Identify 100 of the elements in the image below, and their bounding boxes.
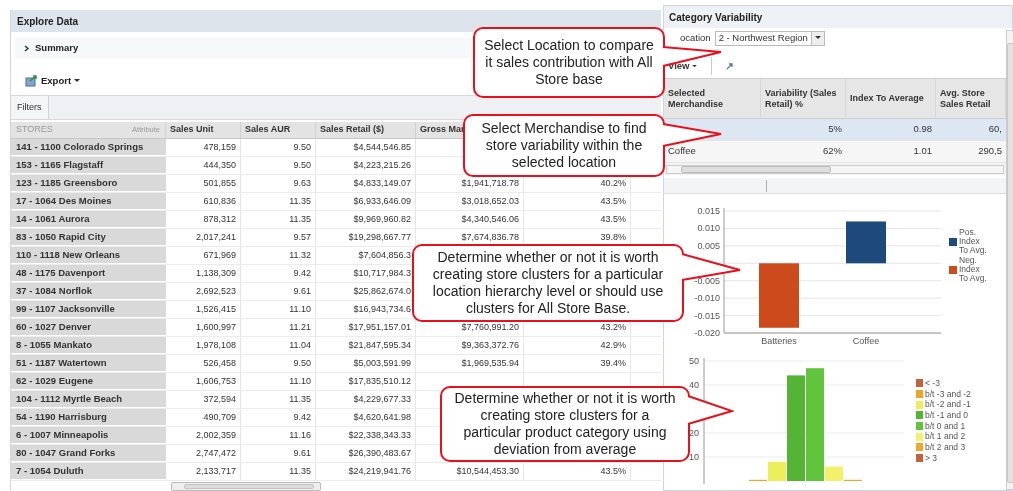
legend-swatch xyxy=(916,379,923,388)
legend-swatch xyxy=(916,454,923,463)
store-row-header[interactable]: 8 - 1055 Mankato xyxy=(11,337,166,354)
table-cell: 290,5 xyxy=(978,144,1002,159)
table-cell-text: $3,018,652.03 xyxy=(461,194,519,208)
store-row-header[interactable]: 141 - 1100 Colorado Springs xyxy=(11,139,166,156)
table-cell-text: $5,003,591.99 xyxy=(353,356,411,370)
column-header[interactable]: Sales AUR xyxy=(245,123,291,137)
table-cell-text: 501,855 xyxy=(203,176,236,190)
location-dropdown[interactable]: 2 - Northwest Region xyxy=(714,30,825,46)
table-cell-text: $1,969,535.94 xyxy=(461,356,519,370)
table-cell-text: $16,943,734.6 xyxy=(353,302,411,316)
legend-swatch xyxy=(949,237,957,246)
store-row-header[interactable]: 80 - 1047 Grand Forks xyxy=(11,445,166,462)
table-cell-text: $7,604,856.3 xyxy=(358,248,411,262)
table-cell-text: $10,544,453.30 xyxy=(456,464,519,478)
column-header[interactable]: Variability (Sales Retail) % xyxy=(765,87,841,110)
filters-tab[interactable]: Filters xyxy=(11,96,49,119)
table-cell-text: $4,223,215.26 xyxy=(353,158,411,172)
store-row-header[interactable]: 83 - 1050 Rapid City xyxy=(11,229,166,246)
store-row-header[interactable]: 60 - 1027 Denver xyxy=(11,319,166,336)
export-menu[interactable]: Export xyxy=(25,73,81,88)
table-cell-text: $6,933,646.09 xyxy=(353,194,411,208)
column-header[interactable]: Gross Mar xyxy=(420,123,465,137)
table-cell-text: $17,835,510.12 xyxy=(348,374,411,388)
store-row-header[interactable]: 17 - 1064 Des Moines xyxy=(11,193,166,210)
table-cell-text: 9.61 xyxy=(293,284,311,298)
table-cell-text: 9.57 xyxy=(293,230,311,244)
table-cell-text: 9.42 xyxy=(293,266,311,280)
table-cell-text: 43.5% xyxy=(600,464,626,478)
summary-toggle[interactable]: Summary xyxy=(23,40,79,56)
caret-icon xyxy=(692,64,698,68)
column-header[interactable]: Sales Retail ($) xyxy=(320,123,385,137)
table-cell-text: $4,620,641.98 xyxy=(353,410,411,424)
y-tick-label: 0.015 xyxy=(697,206,720,216)
vertical-scrollbar[interactable] xyxy=(1006,30,1013,490)
store-row-header[interactable]: 14 - 1061 Aurora xyxy=(11,211,166,228)
table-cell-text: $7,760,991.20 xyxy=(461,320,519,334)
table-cell-text: 11.10 xyxy=(289,302,311,316)
y-tick-label: 0.010 xyxy=(697,223,720,234)
table-cell: 0.98 xyxy=(913,122,932,137)
table-cell-text: $1,941,718.78 xyxy=(461,176,519,190)
y-tick-label: 0.005 xyxy=(697,240,720,251)
bar xyxy=(759,263,799,328)
store-row-header[interactable]: 51 - 1187 Watertown xyxy=(11,355,166,372)
table-cell-text: $4,544,546.85 xyxy=(353,140,411,154)
store-row-header[interactable]: 37 - 1084 Norflok xyxy=(11,283,166,300)
table-cell-text: 478,159 xyxy=(203,140,236,154)
y-tick-label: 40 xyxy=(689,380,699,390)
table-cell-text: $17,951,157.01 xyxy=(348,320,411,334)
table-cell-text: 526,458 xyxy=(203,356,236,370)
horizontal-scrollbar[interactable] xyxy=(171,481,321,491)
store-row-header[interactable]: 153 - 1165 Flagstaff xyxy=(11,157,166,174)
table-cell-text: 11.16 xyxy=(289,428,311,442)
table-cell-text: $7,674,836.78 xyxy=(461,230,519,244)
table-cell-text: 2,133,717 xyxy=(195,464,236,478)
legend-swatch xyxy=(916,411,923,420)
table-cell-text: 2,692,523 xyxy=(195,284,236,298)
store-row-header[interactable]: 99 - 1107 Jacksonville xyxy=(11,301,166,318)
merchandise-row[interactable]: Coffee 62% 1.01 290,5 xyxy=(664,141,1006,163)
table-cell-text: 43.2% xyxy=(600,320,626,334)
table-cell-text: 11.32 xyxy=(289,248,311,262)
table-cell-text: $9,969,960.82 xyxy=(353,212,411,226)
legend-label: b/t 0 and 1 xyxy=(925,421,966,431)
table-cell-text: 11.21 xyxy=(289,320,311,334)
x-tick-label: Coffee xyxy=(852,336,880,346)
table-cell-text: 9.61 xyxy=(293,446,311,460)
store-row-header[interactable]: 6 - 1007 Minneapolis xyxy=(11,427,166,444)
legend-label: > 3 xyxy=(925,453,938,463)
store-row-header[interactable]: 123 - 1185 Greensboro xyxy=(11,175,166,192)
store-row-header[interactable]: 48 - 1175 Davenport xyxy=(11,265,166,282)
store-row-header[interactable]: 62 - 1029 Eugene xyxy=(11,373,166,390)
store-row-header[interactable]: 104 - 1112 Myrtle Beach xyxy=(11,391,166,408)
detach-arrow-icon[interactable] xyxy=(726,62,735,70)
horizontal-scrollbar[interactable] xyxy=(666,164,1004,174)
legend-label: Pos. Index To Avg. xyxy=(959,228,987,255)
table-cell-text: 11.35 xyxy=(289,194,311,208)
table-cell-text: 9.63 xyxy=(293,176,311,190)
table-cell-text: 42.9% xyxy=(600,338,626,352)
table-cell-text: 671,969 xyxy=(203,248,236,262)
y-tick-label: 10 xyxy=(689,452,699,462)
column-header[interactable]: Selected Merchandise xyxy=(668,87,756,110)
table-cell-text: 9.50 xyxy=(293,158,311,172)
table-cell-text: 43.5% xyxy=(600,212,626,226)
column-header[interactable]: Index To Average xyxy=(850,93,924,104)
table-cell-text: $24,219,941.76 xyxy=(348,464,411,478)
legend-swatch xyxy=(916,443,923,452)
callout: Determine whether or not it is worth creating store clusters for a particular location hierarchy level or should use clusters for All Store Base. xyxy=(412,244,684,322)
table-cell-text: 11.35 xyxy=(289,392,311,406)
store-row-header[interactable]: 110 - 1118 New Orleans xyxy=(11,247,166,264)
legend-label: Neg. Index To Avg. xyxy=(959,256,987,283)
column-header[interactable]: Sales Unit xyxy=(170,123,214,137)
store-row-header[interactable]: 54 - 1190 Harrisburg xyxy=(11,409,166,426)
table-cell-text: $9,363,372.76 xyxy=(461,338,519,352)
export-icon xyxy=(25,74,38,87)
store-row-header[interactable]: 7 - 1054 Duluth xyxy=(11,463,166,480)
table-cell-text: $4,229,677.33 xyxy=(353,392,411,406)
callout: Select Location to compare it sales contribution with All Store base xyxy=(473,27,665,98)
column-header[interactable]: Avg. Store Sales Retail xyxy=(940,87,1001,110)
panel-title: Category Variability xyxy=(669,10,763,25)
